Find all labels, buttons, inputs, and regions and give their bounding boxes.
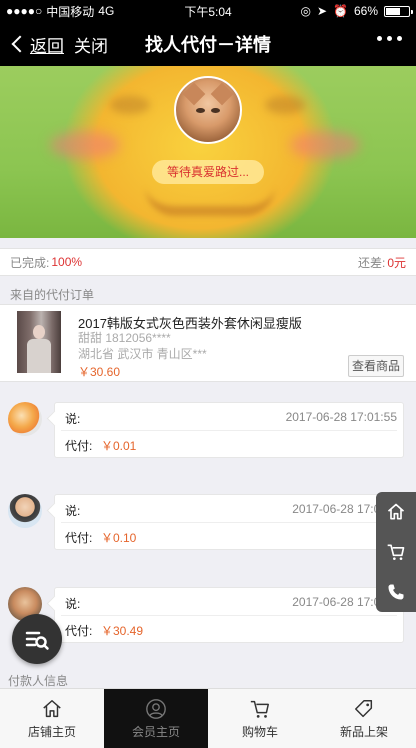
buyer-info: 甜甜 1812056**** xyxy=(78,331,171,345)
tab-label: 购物车 xyxy=(241,724,278,739)
tab-label: 新品上架 xyxy=(339,724,388,739)
close-button[interactable]: 关闭 xyxy=(74,32,108,57)
tab-label: 会员主页 xyxy=(131,724,180,739)
tag-icon xyxy=(355,699,373,717)
back-button[interactable]: 返回 xyxy=(0,32,64,57)
hero-banner: 等待真爱路过... xyxy=(0,66,416,238)
nav-bar: 返回 关闭 找人代付－详情 xyxy=(0,22,416,66)
cart-icon[interactable] xyxy=(376,532,416,572)
signal-icon: ●●●●○ xyxy=(6,4,43,18)
payment-bubble: 说: 2017-06-28 17:01:55 代付: ￥0.01 xyxy=(54,402,404,458)
tab-cart[interactable]: 购物车 xyxy=(208,689,312,748)
chevron-left-icon xyxy=(11,35,29,53)
home-icon xyxy=(43,699,61,717)
payer-section-label: 付款人信息 xyxy=(8,674,69,688)
lock-rotation-icon: ◎ xyxy=(300,4,311,18)
completed-label: 已完成: xyxy=(10,255,50,270)
floating-toolbar xyxy=(376,492,416,612)
payment-time: 2017-06-28 17:01:55 xyxy=(285,410,397,424)
tab-member-home[interactable]: 会员主页 xyxy=(104,689,208,748)
payment-item: 说: 2017-06-28 17:02:0 代付: ￥0.10 xyxy=(0,494,416,556)
tab-new-arrivals[interactable]: 新品上架 xyxy=(312,689,416,748)
payer-avatar xyxy=(8,494,42,528)
network-type: 4G xyxy=(98,4,115,18)
payment-item: 说: 2017-06-28 17:01:55 代付: ￥0.01 xyxy=(0,402,416,464)
payment-bubble: 说: 2017-06-28 17:02:0 代付: ￥0.10 xyxy=(54,494,404,550)
home-icon[interactable] xyxy=(376,492,416,532)
bottom-tab-bar: 店铺主页 会员主页 购物车 新品上架 xyxy=(0,688,416,748)
phone-icon[interactable] xyxy=(376,572,416,612)
view-product-button[interactable]: 查看商品 xyxy=(348,355,404,377)
amount-label: 代付: xyxy=(65,624,93,638)
tab-label: 店铺主页 xyxy=(27,724,76,739)
product-thumbnail[interactable] xyxy=(17,311,61,373)
more-icon[interactable] xyxy=(377,36,402,41)
menu-search-icon xyxy=(25,631,49,650)
alarm-icon: ⏰ xyxy=(333,4,348,18)
payer-avatar xyxy=(8,402,42,436)
tab-store-home[interactable]: 店铺主页 xyxy=(0,689,104,748)
battery-percent: 66% xyxy=(353,4,378,18)
completed-value: 100% xyxy=(51,255,83,269)
carrier-name: 中国移动 xyxy=(46,4,95,19)
payment-bubble: 说: 2017-06-28 17:03:1 代付: ￥30.49 xyxy=(54,587,404,643)
order-price: ￥30.60 xyxy=(78,365,121,379)
member-icon xyxy=(146,698,166,719)
status-bar: ●●●●○ 中国移动 4G 下午5:04 ◎ ➤ ⏰ 66% xyxy=(0,0,416,22)
floating-menu-button[interactable] xyxy=(12,614,62,664)
battery-fill xyxy=(386,7,400,15)
remaining-value: 0元 xyxy=(387,255,406,270)
order-section-label: 来自的代付订单 xyxy=(10,288,95,302)
cart-icon xyxy=(250,700,269,718)
location-icon: ➤ xyxy=(316,4,328,18)
payment-progress-row: 已完成: 100% 还差: 0元 xyxy=(0,248,416,276)
battery-icon xyxy=(384,5,413,17)
remaining-label: 还差: xyxy=(357,255,386,270)
message-label: 说: xyxy=(65,412,81,426)
waiting-status-badge: 等待真爱路过... xyxy=(152,160,264,184)
payment-item: 说: 2017-06-28 17:03:1 代付: ￥30.49 xyxy=(0,587,416,649)
order-card: 2017韩版女式灰色西装外套休闲显瘦版 甜甜 1812056**** 湖北省 武… xyxy=(0,304,416,382)
buyer-address: 湖北省 武汉市 青山区*** xyxy=(78,347,207,361)
requester-avatar xyxy=(174,76,242,144)
amount-label: 代付: xyxy=(65,531,93,545)
amount-label: 代付: xyxy=(65,439,93,453)
payment-amount: ￥30.49 xyxy=(101,624,144,638)
payment-amount: ￥0.10 xyxy=(101,531,137,545)
back-label: 返回 xyxy=(30,36,64,56)
message-label: 说: xyxy=(65,597,81,611)
message-label: 说: xyxy=(65,504,81,518)
payment-amount: ￥0.01 xyxy=(101,439,137,453)
